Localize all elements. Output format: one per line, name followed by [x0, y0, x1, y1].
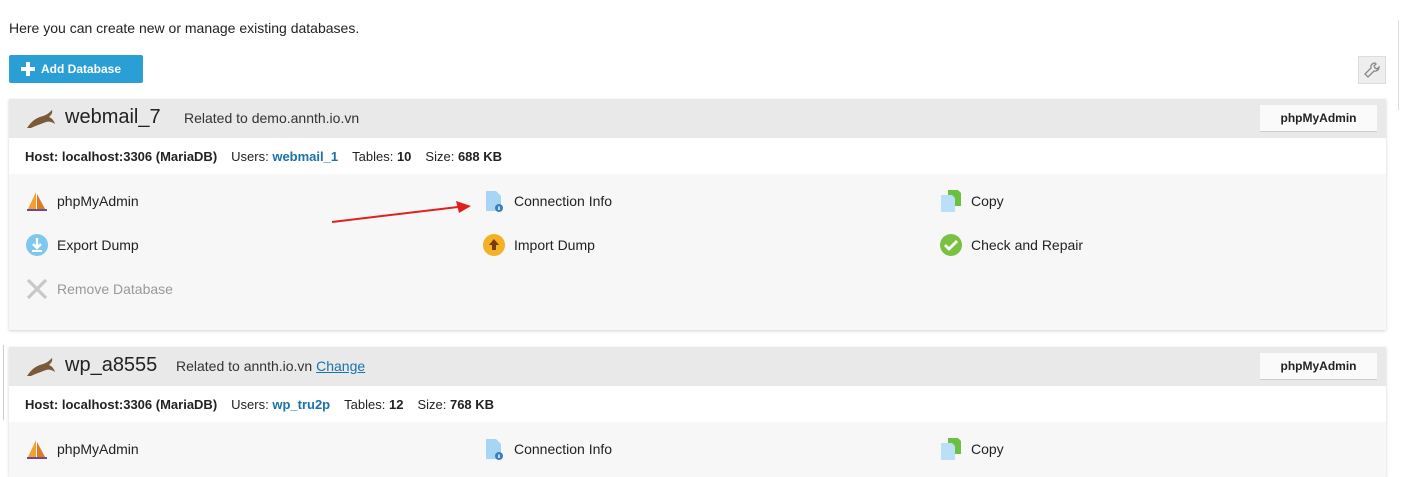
action-label: Check and Repair [971, 237, 1084, 253]
x-icon [25, 277, 49, 301]
plus-icon [21, 62, 35, 76]
action-export-dump[interactable]: Export Dump [25, 233, 139, 257]
mysql-dolphin-icon [27, 358, 55, 376]
page-description: Here you can create new or manage existi… [9, 20, 360, 36]
action-label: phpMyAdmin [57, 193, 139, 209]
action-label: Copy [971, 193, 1004, 209]
user-link[interactable]: wp_tru2p [272, 397, 330, 412]
database-card-header: webmail_7 Related to demo.annth.io.vn ph… [9, 99, 1386, 138]
related-text: Related to demo.annth.io.vn [184, 110, 360, 126]
action-label: Copy [971, 441, 1004, 457]
upload-circle-icon [482, 233, 506, 257]
phpmyadmin-button[interactable]: phpMyAdmin [1260, 353, 1377, 380]
tools-button[interactable] [1358, 56, 1386, 84]
users-label: Users: [231, 148, 269, 164]
add-database-label: Add Database [41, 62, 122, 76]
users-label: Users: [231, 396, 269, 412]
action-label: Connection Info [514, 193, 613, 209]
database-info-row: Host: localhost:3306 (MariaDB) Users: wp… [9, 386, 1386, 422]
action-connection-info[interactable]: Connection Info [482, 189, 612, 213]
action-copy[interactable]: Copy [939, 437, 1004, 461]
database-card: wp_a8555 Related to annth.io.vn Change p… [9, 347, 1386, 477]
action-remove-database[interactable]: Remove Database [25, 277, 173, 301]
action-label: Remove Database [57, 281, 173, 297]
mysql-dolphin-icon [27, 110, 55, 128]
add-database-button[interactable]: Add Database [9, 55, 143, 83]
action-copy[interactable]: Copy [939, 189, 1004, 213]
related-domain: Related to demo.annth.io.vn [184, 110, 359, 126]
action-import-dump[interactable]: Import Dump [482, 233, 595, 257]
action-label: Import Dump [514, 237, 595, 253]
copy-documents-icon [939, 437, 963, 461]
wrench-icon [1364, 62, 1380, 78]
database-name[interactable]: webmail_7 [65, 106, 161, 129]
database-card: webmail_7 Related to demo.annth.io.vn ph… [9, 99, 1386, 330]
database-card-header: wp_a8555 Related to annth.io.vn Change p… [9, 347, 1386, 386]
phpmyadmin-button[interactable]: phpMyAdmin [1260, 105, 1377, 132]
annotation-arrow [331, 201, 471, 223]
related-domain: Related to annth.io.vn Change [176, 358, 365, 374]
action-check-repair[interactable]: Check and Repair [939, 233, 1083, 257]
phpmyadmin-sail-icon [25, 189, 49, 213]
action-phpmyadmin[interactable]: phpMyAdmin [25, 189, 139, 213]
tables-count: 12 [388, 396, 404, 412]
tables-label: Tables: [344, 396, 386, 412]
size-value: 688 KB [457, 148, 503, 164]
host-info: Host: localhost:3306 (MariaDB) [25, 148, 218, 164]
action-phpmyadmin[interactable]: phpMyAdmin [25, 437, 139, 461]
related-text: Related to annth.io.vn [176, 358, 313, 374]
database-info-row: Host: localhost:3306 (MariaDB) Users: we… [9, 138, 1386, 174]
phpmyadmin-sail-icon [25, 437, 49, 461]
scrollbar-edge [1398, 20, 1402, 110]
document-info-icon [482, 437, 506, 461]
tables-label: Tables: [352, 148, 394, 164]
host-info: Host: localhost:3306 (MariaDB) [25, 396, 218, 412]
change-domain-link[interactable]: Change [316, 358, 365, 374]
database-name[interactable]: wp_a8555 [65, 354, 157, 377]
action-connection-info[interactable]: Connection Info [482, 437, 612, 461]
download-circle-icon [25, 233, 49, 257]
size-label: Size: [417, 396, 447, 412]
panel-edge [0, 345, 4, 420]
check-circle-icon [939, 233, 963, 257]
tables-count: 10 [396, 148, 412, 164]
user-link[interactable]: webmail_1 [272, 149, 338, 164]
document-info-icon [482, 189, 506, 213]
size-label: Size: [425, 148, 455, 164]
copy-documents-icon [939, 189, 963, 213]
action-label: Export Dump [57, 237, 139, 253]
size-value: 768 KB [449, 396, 495, 412]
action-label: Connection Info [514, 441, 613, 457]
action-label: phpMyAdmin [57, 441, 139, 457]
